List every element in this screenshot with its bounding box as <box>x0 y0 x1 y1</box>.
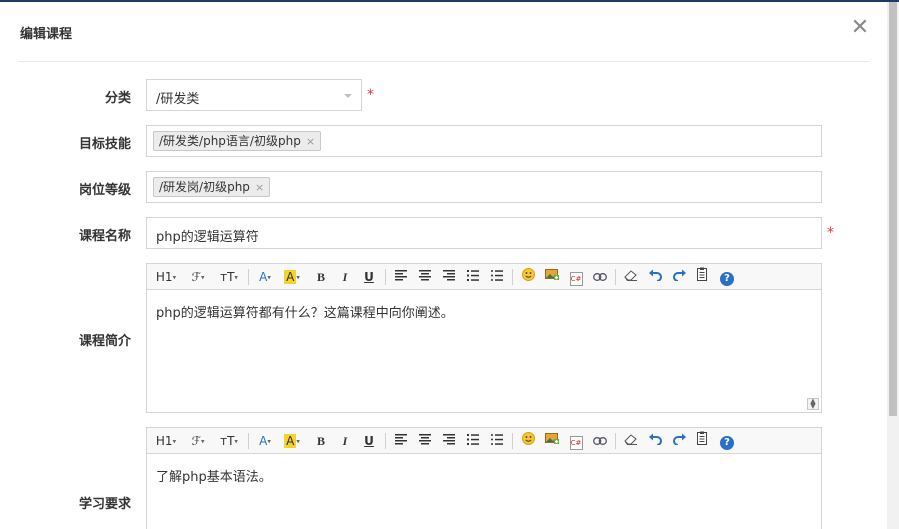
eraser-icon[interactable] <box>622 431 640 451</box>
close-icon[interactable]: ✕ <box>850 16 870 40</box>
course-intro-label: 课程简介 <box>78 334 131 349</box>
category-select[interactable]: /研发类 <box>146 79 362 111</box>
code-icon[interactable]: C# <box>567 267 585 287</box>
emoji-icon[interactable] <box>519 267 537 287</box>
emoji-icon[interactable] <box>519 431 537 451</box>
study-requirement-label: 学习要求 <box>78 497 131 512</box>
dialog-header: 编辑课程 ✕ <box>18 2 869 62</box>
toolbar-separator <box>615 433 616 449</box>
undo-icon[interactable] <box>646 431 664 451</box>
toolbar-separator <box>248 433 249 449</box>
edit-course-dialog: 编辑课程 ✕ 分类 /研发类 * 目标技能 /研发类/php语言/初级php × … <box>0 2 887 529</box>
help-icon[interactable]: ? <box>718 267 736 287</box>
underline-button[interactable]: U <box>361 267 377 287</box>
italic-button[interactable]: I <box>337 267 353 287</box>
align-center-icon[interactable] <box>416 267 434 287</box>
target-skill-label: 目标技能 <box>78 137 131 152</box>
category-label: 分类 <box>104 91 131 106</box>
study-requirement-editor[interactable]: H1▾ ℱ▾ тT▾ A▾ A ▾ B I U C# ? 了解php基本语法。 <box>146 427 822 529</box>
italic-button[interactable]: I <box>337 431 353 451</box>
link-icon[interactable] <box>591 431 609 451</box>
image-icon[interactable] <box>543 267 561 287</box>
paste-icon[interactable] <box>694 431 712 451</box>
study-requirement-text: 了解php基本语法。 <box>156 470 272 485</box>
toolbar-separator <box>385 269 386 285</box>
bullet-list-icon[interactable] <box>488 431 506 451</box>
chevron-down-icon <box>344 94 352 98</box>
heading-button[interactable]: H1▾ <box>153 267 179 287</box>
highlight-button[interactable]: A ▾ <box>281 267 303 287</box>
heading-button[interactable]: H1▾ <box>153 431 179 451</box>
redo-icon[interactable] <box>670 267 688 287</box>
required-mark: * <box>367 87 374 103</box>
align-center-icon[interactable] <box>416 431 434 451</box>
required-mark: * <box>827 225 834 241</box>
align-right-icon[interactable] <box>440 431 458 451</box>
dialog-title: 编辑课程 <box>20 27 73 42</box>
course-name-value: php的逻辑运算符 <box>156 230 259 245</box>
redo-icon[interactable] <box>670 431 688 451</box>
align-left-icon[interactable] <box>392 267 410 287</box>
target-skill-input[interactable]: /研发类/php语言/初级php × <box>146 125 822 157</box>
font-color-button[interactable]: A▾ <box>255 267 275 287</box>
image-icon[interactable] <box>543 431 561 451</box>
bold-button[interactable]: B <box>313 267 329 287</box>
bold-button[interactable]: B <box>313 431 329 451</box>
page-scrollbar[interactable] <box>887 2 899 529</box>
toolbar-separator <box>385 433 386 449</box>
underline-button[interactable]: U <box>361 431 377 451</box>
skill-tag: /研发类/php语言/初级php × <box>153 131 322 151</box>
undo-icon[interactable] <box>646 267 664 287</box>
toolbar-separator <box>615 269 616 285</box>
toolbar-separator <box>248 269 249 285</box>
eraser-icon[interactable] <box>622 267 640 287</box>
editor-toolbar: H1▾ ℱ▾ тT▾ A▾ A ▾ B I U C# ? <box>147 428 821 454</box>
bullet-list-icon[interactable] <box>488 267 506 287</box>
scrollbar-thumb[interactable] <box>889 2 897 416</box>
remove-tag-icon[interactable]: × <box>255 181 264 194</box>
category-value: /研发类 <box>156 92 200 107</box>
font-size-button[interactable]: тT▾ <box>217 431 241 451</box>
font-size-button[interactable]: тT▾ <box>217 267 241 287</box>
course-intro-text: php的逻辑运算符都有什么？这篇课程中向你阐述。 <box>156 306 454 321</box>
position-tag: /研发岗/初级php × <box>153 177 271 197</box>
align-right-icon[interactable] <box>440 267 458 287</box>
course-intro-editor[interactable]: H1▾ ℱ▾ тT▾ A▾ A ▾ B I U C# ? php的逻辑运算符都有… <box>146 263 822 413</box>
course-name-input[interactable]: php的逻辑运算符 <box>146 217 822 249</box>
font-family-button[interactable]: ℱ▾ <box>187 267 209 287</box>
course-name-label: 课程名称 <box>78 229 131 244</box>
highlight-button[interactable]: A ▾ <box>281 431 303 451</box>
toolbar-separator <box>512 269 513 285</box>
position-level-input[interactable]: /研发岗/初级php × <box>146 171 822 203</box>
ordered-list-icon[interactable] <box>464 431 482 451</box>
paste-icon[interactable] <box>694 267 712 287</box>
link-icon[interactable] <box>591 267 609 287</box>
resize-handle[interactable]: ▲ ▼ <box>807 398 819 410</box>
font-color-button[interactable]: A▾ <box>255 431 275 451</box>
help-icon[interactable]: ? <box>718 431 736 451</box>
toolbar-separator <box>512 433 513 449</box>
font-family-button[interactable]: ℱ▾ <box>187 431 209 451</box>
code-icon[interactable]: C# <box>567 431 585 451</box>
ordered-list-icon[interactable] <box>464 267 482 287</box>
remove-tag-icon[interactable]: × <box>306 135 315 148</box>
editor-toolbar: H1▾ ℱ▾ тT▾ A▾ A ▾ B I U C# ? <box>147 264 821 290</box>
align-left-icon[interactable] <box>392 431 410 451</box>
position-level-label: 岗位等级 <box>78 183 131 198</box>
